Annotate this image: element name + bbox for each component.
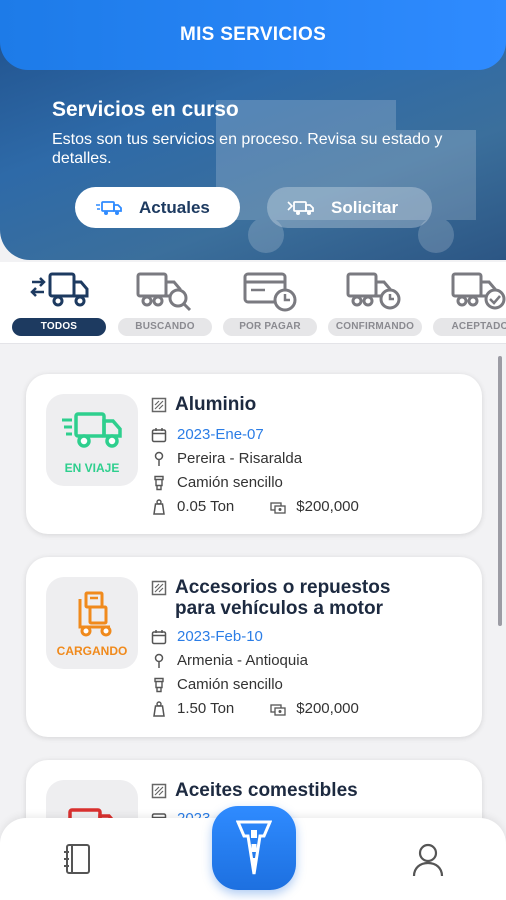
service-date: 2023-Ene-07 — [177, 426, 264, 443]
service-card[interactable]: CARGANDO Accesorios o repuestos para veh… — [26, 557, 482, 737]
status-badge: CARGANDO — [46, 577, 138, 669]
service-location-row: Armenia - Antioquia — [151, 652, 308, 669]
service-vehicle-row: Camión sencillo — [151, 676, 283, 693]
status-badge: EN VIAJE — [46, 394, 138, 486]
service-location: Armenia - Antioquia — [177, 652, 308, 669]
service-date-row: 2023-Feb-10 — [151, 628, 263, 645]
location-pin-icon — [154, 451, 164, 466]
service-location-row: Pereira - Risaralda — [151, 450, 302, 467]
truck-on-trip-icon — [62, 412, 122, 448]
service-price-value: $200,000 — [296, 700, 359, 717]
service-vehicle-row: Camión sencillo — [151, 474, 283, 491]
service-title-row: Aceites comestibles — [151, 780, 435, 801]
actuales-button[interactable]: Actuales — [75, 187, 240, 228]
service-date-row: 2023-Ene-07 — [151, 426, 264, 443]
all-trucks-icon — [30, 272, 89, 307]
location-pin-icon — [154, 653, 164, 668]
filter-label: TODOS — [12, 318, 106, 336]
service-card[interactable]: EN VIAJE Aluminio 2023-Ene-07 Pereira - … — [26, 374, 482, 534]
home-road-button[interactable] — [212, 806, 296, 890]
service-title: Accesorios o repuestos para vehículos a … — [175, 577, 391, 619]
service-location: Pereira - Risaralda — [177, 450, 303, 467]
list-scrollbar[interactable] — [498, 356, 502, 626]
service-title-row: Aluminio — [151, 394, 435, 415]
filter-todos[interactable]: TODOS — [12, 268, 106, 336]
road-icon — [236, 820, 272, 875]
service-date: 2023-Feb-10 — [177, 628, 263, 645]
service-vehicle: Camión sencillo — [177, 676, 283, 693]
service-title: Aceites comestibles — [175, 780, 358, 801]
filter-label: BUSCANDO — [118, 318, 212, 336]
service-vehicle: Camión sencillo — [177, 474, 283, 491]
book-icon[interactable] — [62, 842, 94, 876]
filter-label: CONFIRMANDO — [328, 318, 422, 336]
service-price: $200,000 — [270, 498, 359, 515]
filter-label: ACEPTADO — [433, 318, 506, 336]
cargo-icon — [151, 580, 167, 596]
truck-clock-icon — [346, 272, 401, 310]
weight-icon — [153, 498, 165, 515]
solicitar-button[interactable]: Solicitar — [267, 187, 432, 228]
status-filter-bar: TODOS BUSCANDO POR PAGAR CONFIRMANDO ACE… — [0, 262, 506, 344]
calendar-icon — [151, 629, 167, 644]
service-weight-row: 1.50 Ton $200,000 — [151, 700, 359, 717]
hero-description: Estos son tus servicios en proceso. Revi… — [52, 131, 443, 167]
cargo-icon — [151, 783, 167, 799]
service-weight: 1.50 Ton — [177, 700, 235, 717]
loading-cart-icon — [78, 591, 112, 637]
filter-confirmando[interactable]: CONFIRMANDO — [328, 268, 422, 336]
service-weight-row: 0.05 Ton $200,000 — [151, 498, 359, 515]
truck-search-icon — [136, 272, 192, 312]
truck-fast-icon — [96, 200, 122, 215]
vehicle-icon — [154, 677, 164, 692]
user-icon[interactable] — [411, 842, 445, 878]
truck-request-icon — [287, 200, 314, 215]
page-title: MIS SERVICIOS — [0, 0, 506, 70]
service-title: Aluminio — [175, 394, 257, 415]
service-weight: 0.05 Ton — [177, 498, 235, 515]
filter-buscando[interactable]: BUSCANDO — [118, 268, 212, 336]
money-icon — [270, 501, 286, 514]
calendar-icon — [151, 427, 167, 442]
service-price: $200,000 — [270, 700, 359, 717]
filter-aceptado[interactable]: ACEPTADO — [433, 268, 506, 336]
status-text: EN VIAJE — [64, 461, 120, 475]
hero-banner: MIS SERVICIOS Servicios en curso Estos s… — [0, 0, 506, 260]
service-title-row: Accesorios o repuestos para vehículos a … — [151, 577, 435, 619]
money-icon — [270, 703, 286, 716]
filter-label: POR PAGAR — [223, 318, 317, 336]
solicitar-label: Solicitar — [331, 197, 399, 217]
vehicle-icon — [154, 475, 164, 490]
actuales-label: Actuales — [139, 197, 210, 217]
weight-icon — [153, 700, 165, 717]
card-clock-icon — [243, 272, 297, 312]
service-price-value: $200,000 — [296, 498, 359, 515]
hero-title: Servicios en curso — [52, 98, 239, 121]
filter-por-pagar[interactable]: POR PAGAR — [223, 268, 317, 336]
status-text: CARGANDO — [56, 644, 128, 658]
truck-check-icon — [451, 272, 506, 310]
cargo-icon — [151, 397, 167, 413]
